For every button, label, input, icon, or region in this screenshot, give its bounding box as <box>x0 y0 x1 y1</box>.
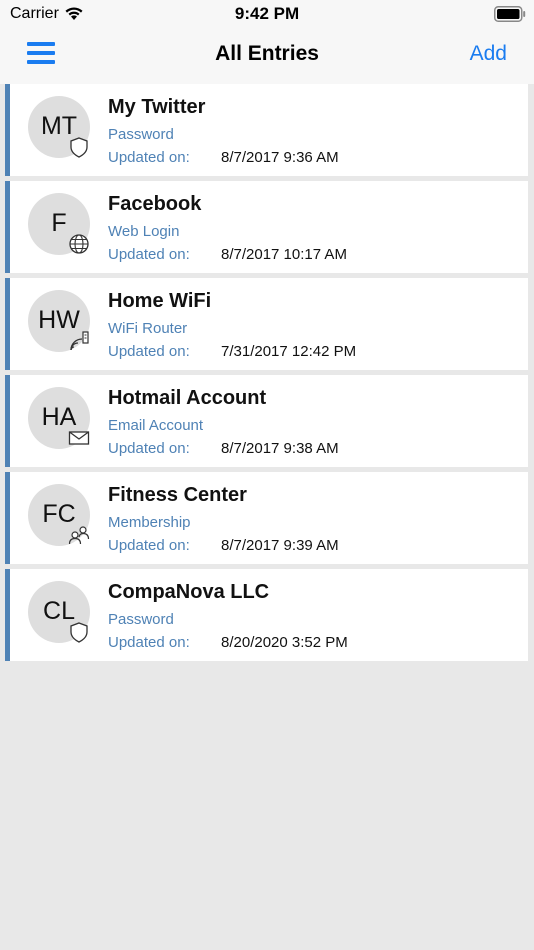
updated-label: Updated on: <box>108 634 190 651</box>
updated-timestamp: 8/7/2017 10:17 AM <box>221 246 347 263</box>
updated-timestamp: 7/31/2017 12:42 PM <box>221 343 357 360</box>
entry-name: Hotmail Account <box>108 387 267 409</box>
entry-name: Facebook <box>108 193 202 215</box>
top-bar: Carrier 9:42 PM All Entries Add <box>0 0 534 84</box>
entry-row[interactable]: HA Hotmail Account Email Account Updated… <box>5 375 528 467</box>
shield-icon <box>70 137 88 158</box>
avatar: FC <box>28 484 90 546</box>
updated-label: Updated on: <box>108 246 190 263</box>
updated-timestamp: 8/20/2020 3:52 PM <box>221 634 348 651</box>
avatar: F <box>28 193 90 255</box>
updated-label: Updated on: <box>108 537 190 554</box>
updated-label: Updated on: <box>108 149 190 166</box>
entry-type: Password <box>108 126 174 143</box>
entry-name: Fitness Center <box>108 484 247 506</box>
people-icon <box>68 526 90 545</box>
add-button[interactable]: Add <box>470 42 507 66</box>
globe-icon <box>69 234 89 254</box>
entry-row[interactable]: HW Home WiFi WiFi Router Updated on: 7/3… <box>5 278 528 370</box>
entry-type: Membership <box>108 514 191 531</box>
updated-timestamp: 8/7/2017 9:39 AM <box>221 537 339 554</box>
entry-row[interactable]: F Facebook Web Login Updated on: 8/7/201… <box>5 181 528 273</box>
updated-label: Updated on: <box>108 440 190 457</box>
battery-icon <box>494 6 526 22</box>
entry-type: Password <box>108 611 174 628</box>
entry-type: Email Account <box>108 417 204 434</box>
status-time: 9:42 PM <box>234 4 300 23</box>
avatar: HA <box>28 387 90 449</box>
entry-type: WiFi Router <box>108 320 188 337</box>
entry-row[interactable]: FC Fitness Center Membership Updated on:… <box>5 472 528 564</box>
entry-name: My Twitter <box>108 96 206 118</box>
updated-timestamp: 8/7/2017 9:36 AM <box>221 149 339 166</box>
updated-timestamp: 8/7/2017 9:38 AM <box>221 440 339 457</box>
avatar: HW <box>28 290 90 352</box>
router-icon <box>70 331 89 351</box>
page-title: All Entries <box>215 42 319 65</box>
entry-name: CompaNova LLC <box>108 581 270 603</box>
entry-row[interactable]: MT My Twitter Password Updated on: 8/7/2… <box>5 84 528 176</box>
avatar: CL <box>28 581 90 643</box>
entry-name: Home WiFi <box>108 290 212 312</box>
status-bar: Carrier 9:42 PM <box>0 0 534 30</box>
shield-icon <box>70 622 88 643</box>
entries-list: MT My Twitter Password Updated on: 8/7/2… <box>5 84 528 666</box>
envelope-icon <box>68 431 90 445</box>
avatar: MT <box>28 96 90 158</box>
navigation-bar: All Entries Add <box>0 30 534 84</box>
entry-type: Web Login <box>108 223 180 240</box>
entry-row[interactable]: CL CompaNova LLC Password Updated on: 8/… <box>5 569 528 661</box>
updated-label: Updated on: <box>108 343 190 360</box>
